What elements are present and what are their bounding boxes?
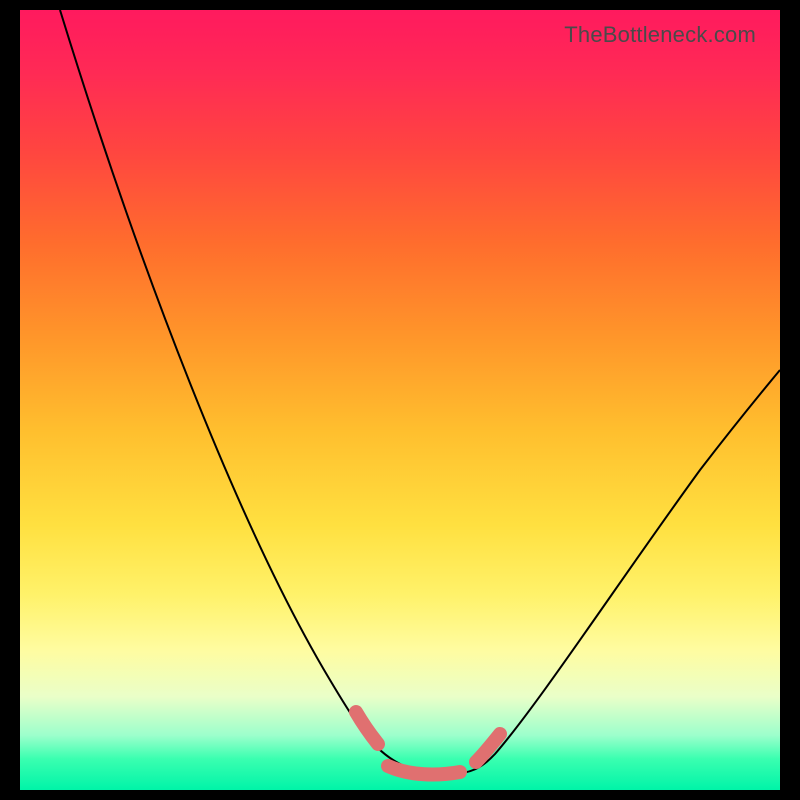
watermark-text: TheBottleneck.com — [564, 22, 756, 48]
chart-plot-area: TheBottleneck.com — [20, 10, 780, 790]
chart-overlay — [20, 10, 780, 790]
marker-right-knee — [476, 734, 500, 762]
curve-right-branch — [450, 370, 780, 774]
outer-frame: TheBottleneck.com — [0, 0, 800, 800]
marker-valley-floor — [388, 766, 460, 774]
marker-left-knee — [356, 712, 378, 744]
curve-left-branch — [60, 10, 450, 774]
